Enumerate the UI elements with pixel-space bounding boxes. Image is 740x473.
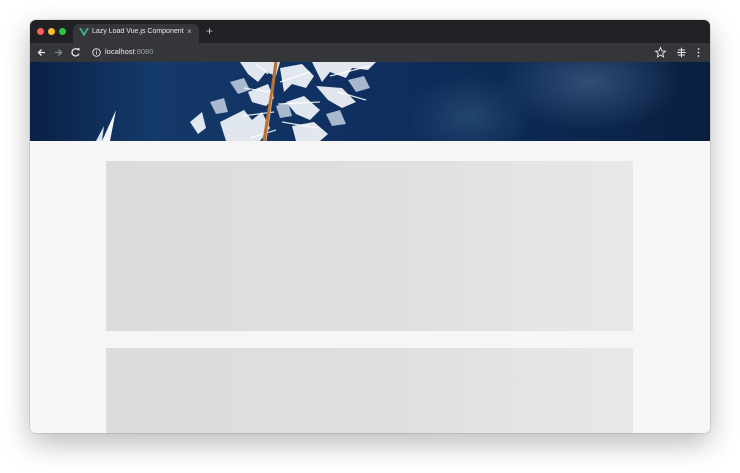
minimize-window-button[interactable] [48,28,55,35]
maximize-window-button[interactable] [59,28,66,35]
frost-plant-image [96,62,376,141]
vue-logo-icon [79,28,89,37]
url-port: :8080 [134,47,154,56]
close-window-button[interactable] [37,28,44,35]
address-bar[interactable]: localhost:8080 [105,47,153,57]
reload-icon[interactable] [68,45,83,60]
extension-icon[interactable] [674,45,689,60]
url-host: localhost [105,47,135,56]
new-tab-button[interactable]: + [206,24,213,38]
forward-icon[interactable] [51,45,66,60]
loading-placeholder [106,348,633,433]
browser-window: Lazy Load Vue.js Components × + localhos… [30,20,710,433]
tab-strip: Lazy Load Vue.js Components × + [30,20,710,43]
hero-image [30,62,710,141]
tab-lazy-load[interactable]: Lazy Load Vue.js Components × [73,24,199,43]
browser-toolbar: localhost:8080 [30,43,710,62]
menu-icon[interactable] [691,45,706,60]
back-icon[interactable] [34,45,49,60]
tab-title: Lazy Load Vue.js Components [92,28,184,35]
page-content [30,141,710,433]
tab-close-icon[interactable]: × [187,27,192,37]
star-icon[interactable] [653,45,668,60]
info-icon[interactable] [92,48,101,57]
loading-placeholder [106,161,633,331]
